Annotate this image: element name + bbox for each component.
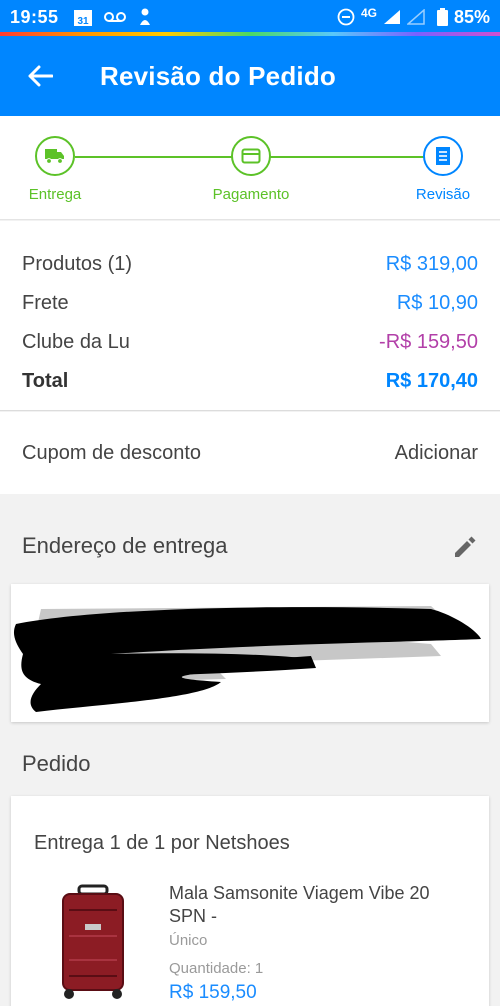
network-type: 4G <box>360 6 377 20</box>
credit-card-icon <box>241 148 261 164</box>
address-card[interactable] <box>11 584 489 722</box>
total-label: Total <box>22 370 69 392</box>
pencil-icon <box>455 536 476 557</box>
receipt-icon <box>436 147 450 165</box>
checkout-stepper: Entrega Pagamento Revisão <box>0 116 500 220</box>
order-card: Entrega 1 de 1 por Netshoes Mala Samsoni… <box>11 796 489 1006</box>
product-name[interactable]: Mala Samsonite Viagem Vibe 20 SPN - <box>169 882 469 928</box>
summary-label: Frete <box>22 292 69 314</box>
suitcase-icon <box>62 884 124 999</box>
battery-icon <box>436 8 448 26</box>
summary-value: -R$ 159,50 <box>379 331 478 353</box>
total-value: R$ 170,40 <box>385 370 478 392</box>
summary-row-discount: Clube da Lu -R$ 159,50 <box>22 323 478 362</box>
order-summary: Produtos (1) R$ 319,00 Frete R$ 10,90 Cl… <box>0 221 500 411</box>
coupon-row[interactable]: Cupom de desconto Adicionar <box>0 412 500 494</box>
signal-secondary-icon <box>406 9 425 25</box>
arrow-back-icon <box>28 65 53 87</box>
product-variant: Único <box>169 932 208 949</box>
step-label: Revisão <box>415 186 471 203</box>
address-heading: Endereço de entrega <box>22 533 228 558</box>
do-not-disturb-icon <box>337 8 355 26</box>
product-image[interactable] <box>55 884 131 1002</box>
battery-level: 85% <box>453 6 490 27</box>
product-quantity: Quantidade: 1 <box>169 960 264 977</box>
signal-icon <box>383 9 401 25</box>
step-entrega[interactable]: Entrega <box>0 136 115 203</box>
edit-address-button[interactable] <box>452 533 478 559</box>
order-header: Pedido <box>0 746 500 782</box>
delivery-title: Entrega 1 de 1 por Netshoes <box>34 832 290 854</box>
step-revisao[interactable]: Revisão <box>383 136 500 203</box>
summary-value: R$ 10,90 <box>396 292 478 314</box>
notification-app-icon <box>137 7 153 27</box>
page-title: Revisão do Pedido <box>100 60 337 91</box>
step-circle <box>423 136 463 176</box>
summary-row-total: Total R$ 170,40 <box>22 362 478 401</box>
order-heading: Pedido <box>22 751 91 776</box>
summary-row-products: Produtos (1) R$ 319,00 <box>22 245 478 284</box>
product-price: R$ 159,50 <box>169 982 257 1003</box>
step-pagamento[interactable]: Pagamento <box>191 136 311 203</box>
summary-value: R$ 319,00 <box>385 253 478 275</box>
step-label: Pagamento <box>212 186 290 203</box>
step-circle <box>231 136 271 176</box>
add-coupon-button[interactable]: Adicionar <box>395 442 478 465</box>
truck-icon <box>45 149 64 164</box>
calendar-icon: 31 <box>73 7 93 27</box>
address-header: Endereço de entrega <box>0 528 500 564</box>
summary-label: Clube da Lu <box>22 331 130 353</box>
coupon-label: Cupom de desconto <box>22 441 202 464</box>
step-label: Entrega <box>28 186 82 203</box>
summary-label: Produtos (1) <box>22 253 133 275</box>
calendar-day: 31 <box>77 16 89 27</box>
redacted-address <box>13 606 481 712</box>
app-bar: Revisão do Pedido <box>0 36 500 116</box>
step-circle <box>35 136 75 176</box>
voicemail-icon <box>103 10 127 24</box>
back-button[interactable] <box>20 56 60 96</box>
status-time: 19:55 <box>10 6 59 27</box>
summary-row-shipping: Frete R$ 10,90 <box>22 284 478 323</box>
status-bar: 19:55 31 4G 85% <box>0 0 500 34</box>
